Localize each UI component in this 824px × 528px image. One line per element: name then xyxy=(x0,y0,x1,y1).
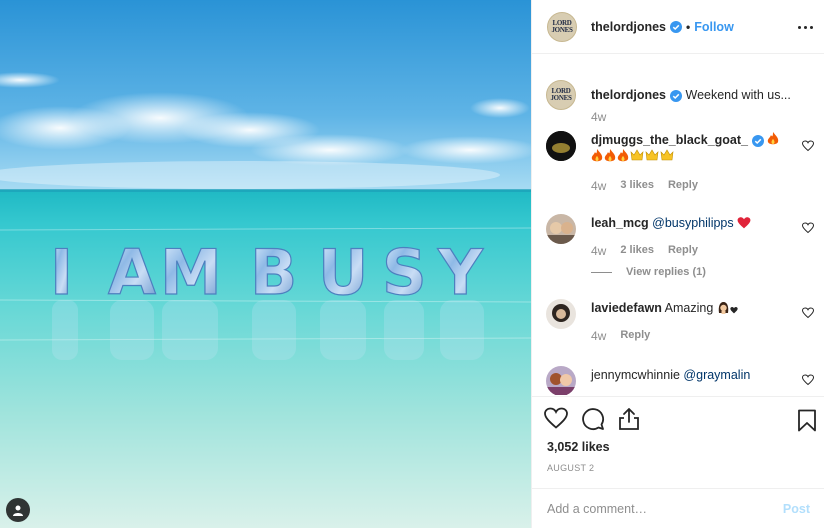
avatar[interactable]: LORD JONES xyxy=(547,11,577,42)
comment-emoji-row xyxy=(591,149,674,163)
post-photo[interactable]: I A M B U S Y xyxy=(0,0,531,528)
heart-icon[interactable] xyxy=(544,407,568,429)
crown-emoji xyxy=(660,149,674,161)
caption-time[interactable]: 4w xyxy=(591,110,606,124)
balloon-letter: A xyxy=(108,236,156,309)
balloon-letter: U xyxy=(318,236,368,309)
comment-username[interactable]: jennymcwhinnie xyxy=(591,368,680,382)
heart-icon[interactable] xyxy=(802,307,814,319)
comment-time[interactable]: 4w xyxy=(591,329,606,343)
likes-count[interactable]: 3,052 likes xyxy=(547,440,610,454)
comment-icon[interactable] xyxy=(581,407,605,431)
post-date[interactable]: AUGUST 2 xyxy=(547,463,594,473)
view-replies-label: View replies (1) xyxy=(626,266,706,278)
heart-icon[interactable] xyxy=(802,140,814,152)
author-username[interactable]: thelordjones xyxy=(591,20,666,34)
avatar[interactable] xyxy=(546,366,576,395)
heart-icon[interactable] xyxy=(802,374,814,386)
crown-emoji xyxy=(645,149,659,161)
woman-emoji xyxy=(718,302,729,314)
avatar[interactable]: LORD JONES xyxy=(546,80,576,110)
heart-icon[interactable] xyxy=(802,222,814,234)
comment-username[interactable]: laviedefawn xyxy=(591,301,662,315)
comment-mention[interactable]: @busyphilipps xyxy=(652,216,733,230)
balloon-letter: Y xyxy=(437,236,484,309)
separator-dot: • xyxy=(686,19,691,34)
share-icon[interactable] xyxy=(618,407,640,431)
follow-button[interactable]: Follow xyxy=(694,20,734,34)
balloon-letter: M xyxy=(160,236,222,309)
verified-badge-icon xyxy=(752,134,764,147)
reply-button[interactable]: Reply xyxy=(620,329,650,343)
comment-input[interactable]: Add a comment… xyxy=(547,502,783,516)
comment-likes[interactable]: 2 likes xyxy=(620,244,654,258)
comment-mention[interactable]: @graymalin xyxy=(683,368,750,382)
comment-username[interactable]: leah_mcg xyxy=(591,216,649,230)
black-heart-emoji xyxy=(730,307,738,314)
caption-text: Weekend with us... xyxy=(685,88,791,102)
add-comment-bar: Add a comment… Post xyxy=(532,488,824,528)
avatar[interactable] xyxy=(546,131,576,161)
red-heart-emoji xyxy=(737,217,751,229)
post-side-panel: LORD JONES thelordjones • Follow LORD JO… xyxy=(531,0,824,528)
crown-emoji xyxy=(630,149,644,161)
caption-username[interactable]: thelordjones xyxy=(591,88,666,102)
reply-button[interactable]: Reply xyxy=(668,179,698,193)
balloon-letter: I xyxy=(50,236,73,309)
instagram-post: I A M B U S Y LORD JONES thelordjones • … xyxy=(0,0,824,528)
beach-balloon-photo: I A M B U S Y xyxy=(0,0,531,528)
more-options-icon[interactable] xyxy=(795,17,815,37)
fire-emoji xyxy=(604,149,616,162)
reply-button[interactable]: Reply xyxy=(668,244,698,258)
fire-emoji xyxy=(617,149,629,162)
balloon-letter: B xyxy=(250,236,297,309)
comments-list: LORD JONES thelordjones Weekend with us.… xyxy=(532,55,824,395)
comment-username[interactable]: djmuggs_the_black_goat_ xyxy=(591,133,748,147)
post-actions: 3,052 likes AUGUST 2 xyxy=(532,396,824,482)
verified-badge-icon xyxy=(670,89,683,102)
verified-badge-icon xyxy=(670,20,683,33)
comment-time[interactable]: 4w xyxy=(591,244,606,258)
view-replies-button[interactable]: View replies (1) xyxy=(591,266,706,278)
bookmark-icon[interactable] xyxy=(797,409,817,432)
post-header: LORD JONES thelordjones • Follow xyxy=(532,0,824,54)
comment-text: Amazing xyxy=(664,301,714,315)
avatar-logo-text: LORD JONES xyxy=(551,18,573,34)
user-tag-icon[interactable] xyxy=(6,498,30,522)
post-comment-button[interactable]: Post xyxy=(783,502,810,516)
avatar[interactable] xyxy=(546,299,576,329)
avatar[interactable] xyxy=(546,214,576,244)
fire-emoji xyxy=(768,132,779,145)
comment-time[interactable]: 4w xyxy=(591,179,606,193)
fire-emoji xyxy=(591,149,603,162)
balloon-letter: S xyxy=(382,236,427,309)
comment-likes[interactable]: 3 likes xyxy=(620,179,654,193)
avatar-logo-text: LORD JONES xyxy=(550,87,572,102)
